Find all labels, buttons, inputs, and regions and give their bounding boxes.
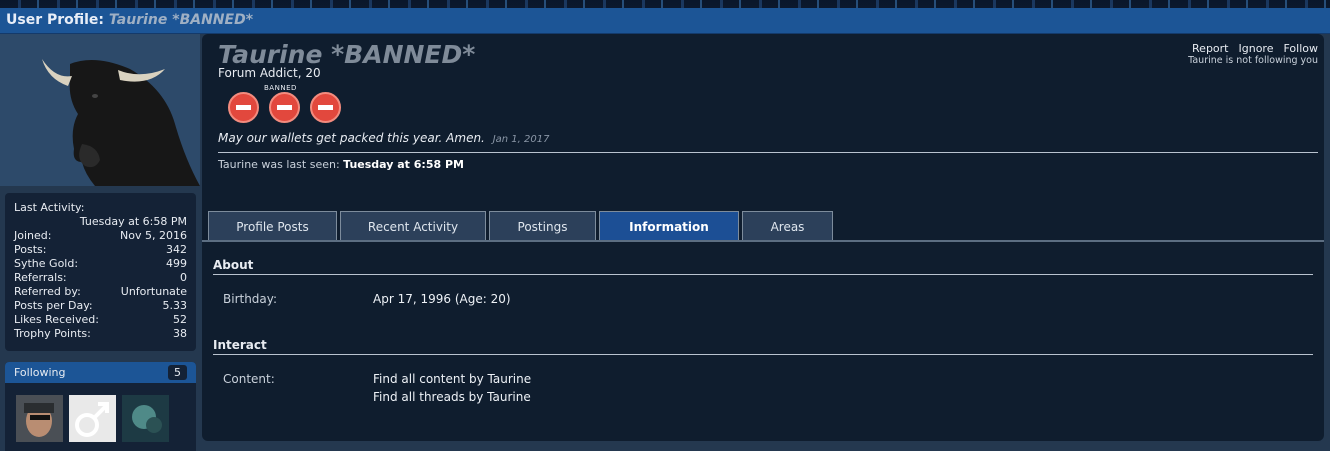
following-avatars [5, 383, 196, 442]
find-threads-link[interactable]: Find all threads by Taurine [373, 390, 531, 404]
stat-value: 5.33 [162, 299, 188, 312]
profile-tabs: Profile Posts Recent Activity Postings I… [208, 211, 833, 241]
following-avatar[interactable] [122, 395, 169, 442]
stat-label: Referrals: [14, 271, 67, 284]
stat-row: Sythe Gold: 499 [14, 257, 187, 271]
user-stats-panel: Last Activity: Tuesday at 6:58 PM Joined… [5, 193, 196, 351]
top-banner: User Profile: Taurine *BANNED* [0, 0, 1330, 34]
stat-value: 342 [166, 243, 187, 256]
stat-label: Joined: [14, 229, 52, 242]
stat-value: 0 [180, 271, 187, 284]
badge-row [228, 84, 341, 123]
follow-link[interactable]: Follow [1283, 42, 1318, 55]
following-count-badge: 5 [168, 365, 187, 380]
stat-row: Trophy Points: 38 [14, 327, 187, 341]
about-divider [213, 274, 1313, 275]
stat-row: Joined: Nov 5, 2016 [14, 229, 187, 243]
content-label: Content: [223, 372, 275, 386]
page-title-prefix: User Profile: [6, 12, 105, 28]
stat-label: Posts: [14, 243, 47, 256]
tab-postings[interactable]: Postings [489, 211, 596, 241]
banner-background [0, 0, 1330, 8]
abstract-avatar-icon [122, 395, 169, 442]
stat-last-activity-value-row: Tuesday at 6:58 PM [14, 215, 187, 229]
find-content-link[interactable]: Find all content by Taurine [373, 372, 531, 386]
ignore-link[interactable]: Ignore [1239, 42, 1274, 55]
following-label: Following [14, 366, 66, 379]
stat-value[interactable]: Unfortunate [121, 285, 187, 299]
birthday-value: Apr 17, 1996 (Age: 20) [373, 292, 511, 306]
tab-areas[interactable]: Areas [742, 211, 833, 241]
avatar[interactable] [0, 34, 200, 186]
stat-value: 38 [173, 327, 187, 340]
stat-value: 499 [166, 257, 187, 270]
stat-value: Nov 5, 2016 [120, 229, 187, 242]
stat-row: Referrals: 0 [14, 271, 187, 285]
profile-actions: Report Ignore Follow Taurine is not foll… [1188, 42, 1318, 66]
stat-row: Referred by: Unfortunate [14, 285, 187, 299]
stat-label: Referred by: [14, 285, 81, 298]
page-title: User Profile: Taurine *BANNED* [0, 8, 1330, 33]
stat-value: 52 [173, 313, 187, 326]
stat-last-activity: Last Activity: [14, 201, 187, 215]
male-symbol-icon [69, 395, 116, 442]
report-link[interactable]: Report [1192, 42, 1228, 55]
user-title: Forum Addict, 20 [218, 66, 321, 80]
stat-label: Likes Received: [14, 313, 99, 326]
tab-recent-activity[interactable]: Recent Activity [340, 211, 486, 241]
status-text: May our wallets get packed this year. Am… [218, 131, 485, 145]
tab-underline [202, 240, 1324, 242]
divider [218, 152, 1318, 153]
stat-value: Tuesday at 6:58 PM [79, 215, 187, 228]
tab-information[interactable]: Information [599, 211, 739, 241]
about-heading: About [213, 258, 254, 272]
stat-label: Trophy Points: [14, 327, 91, 340]
page-title-username: Taurine *BANNED* [108, 12, 254, 28]
stat-row: Likes Received: 52 [14, 313, 187, 327]
following-avatar[interactable] [16, 395, 63, 442]
last-seen-value: Tuesday at 6:58 PM [343, 158, 464, 171]
stat-row: Posts: 342 [14, 243, 187, 257]
last-seen-label: Taurine was last seen: [218, 158, 340, 171]
status-message: May our wallets get packed this year. Am… [218, 131, 549, 145]
tab-profile-posts[interactable]: Profile Posts [208, 211, 337, 241]
interact-heading: Interact [213, 338, 267, 352]
banned-icon [269, 92, 300, 123]
stat-label: Last Activity: [14, 201, 85, 214]
person-avatar-icon [16, 395, 63, 442]
last-seen: Taurine was last seen: Tuesday at 6:58 P… [218, 158, 464, 171]
profile-username: Taurine *BANNED* [218, 40, 476, 69]
status-date[interactable]: Jan 1, 2017 [493, 134, 550, 145]
interact-divider [213, 354, 1313, 355]
stat-row: Posts per Day: 5.33 [14, 299, 187, 313]
follow-status-note: Taurine is not following you [1188, 55, 1318, 66]
banned-icon [310, 92, 341, 123]
birthday-label: Birthday: [223, 292, 278, 306]
following-header[interactable]: Following 5 [5, 362, 196, 383]
following-avatar[interactable] [69, 395, 116, 442]
banned-icon [228, 92, 259, 123]
stat-label: Posts per Day: [14, 299, 93, 312]
profile-main-panel: Taurine *BANNED* Forum Addict, 20 BANNED… [202, 34, 1324, 441]
bull-avatar-image [0, 34, 200, 186]
stat-label: Sythe Gold: [14, 257, 79, 270]
following-panel: Following 5 [5, 362, 196, 451]
